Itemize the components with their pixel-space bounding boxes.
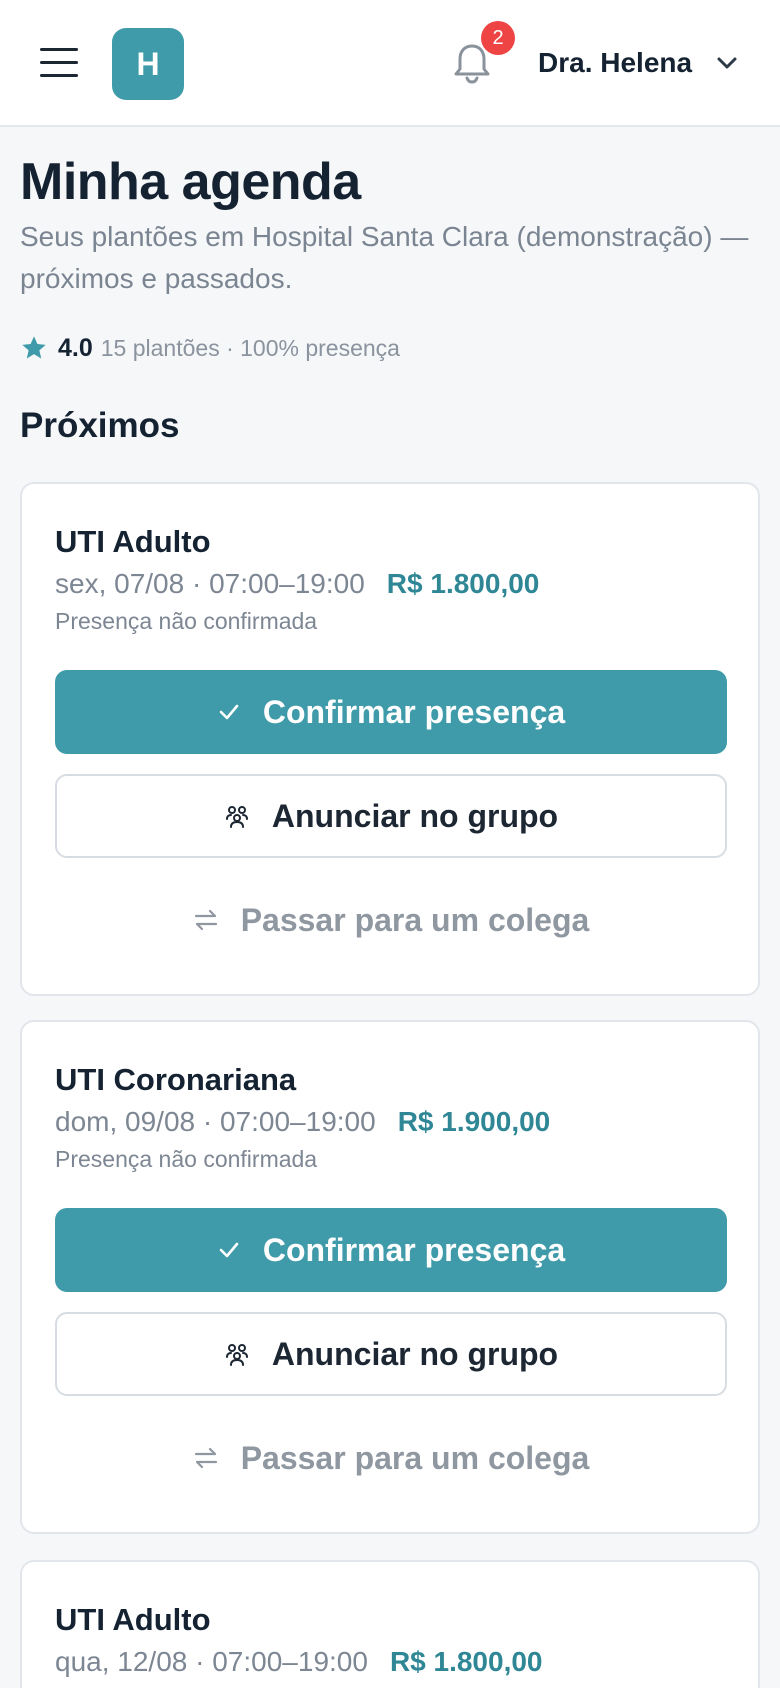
announce-in-group-button[interactable]: Anunciar no grupo <box>55 774 727 858</box>
pass-to-colleague-label: Passar para um colega <box>240 901 590 938</box>
shift-schedule: qua, 12/08 · 07:00–19:00 R$ 1.800,00 <box>55 1646 543 1678</box>
shift-schedule: dom, 09/08 · 07:00–19:00 R$ 1.900,00 <box>55 1106 550 1138</box>
rating-value: 4.0 <box>58 333 93 362</box>
group-icon <box>225 1344 248 1366</box>
stats-text: 15 plantões · 100% presença <box>100 334 400 361</box>
page-title: Minha agenda <box>20 153 361 211</box>
group-icon <box>225 806 248 828</box>
confirm-attendance-button[interactable]: Confirmar presença <box>55 1208 727 1292</box>
shift-card: UTI Coronariana dom, 09/08 · 07:00–19:00… <box>20 1020 760 1534</box>
notification-badge: 2 <box>481 21 515 55</box>
attendance-status: Presença não confirmada <box>55 608 318 634</box>
announce-in-group-label: Anunciar no grupo <box>271 797 559 834</box>
top-bar: H 2 Dra. Helena <box>0 0 780 127</box>
confirm-attendance-label: Confirmar presença <box>262 693 566 730</box>
user-menu[interactable]: Dra. Helena <box>538 38 738 88</box>
swap-icon <box>194 909 217 931</box>
page-subtitle: Seus plantões em Hospital Santa Clara (d… <box>20 221 749 294</box>
shift-card: UTI Adulto sex, 07/08 · 07:00–19:00 R$ 1… <box>20 482 760 996</box>
check-icon <box>219 1242 239 1258</box>
shift-unit: UTI Coronariana <box>55 1062 297 1097</box>
pass-to-colleague-label: Passar para um colega <box>240 1439 590 1476</box>
shift-unit: UTI Adulto <box>55 1602 211 1637</box>
hamburger-menu-icon[interactable] <box>40 48 78 78</box>
confirm-attendance-button[interactable]: Confirmar presença <box>55 670 727 754</box>
user-name: Dra. Helena <box>538 47 693 78</box>
check-icon <box>219 704 239 720</box>
shift-price: R$ 1.900,00 <box>397 1106 551 1137</box>
announce-in-group-button[interactable]: Anunciar no grupo <box>55 1312 727 1396</box>
attendance-status: Presença não confirmada <box>55 1146 318 1172</box>
shift-price: R$ 1.800,00 <box>389 1646 543 1677</box>
pass-to-colleague-button[interactable]: Passar para um colega <box>55 878 727 962</box>
announce-in-group-label: Anunciar no grupo <box>271 1335 559 1372</box>
confirm-attendance-label: Confirmar presença <box>262 1231 566 1268</box>
shift-schedule: sex, 07/08 · 07:00–19:00 R$ 1.800,00 <box>55 568 539 600</box>
chevron-down-icon <box>717 57 737 69</box>
shift-unit: UTI Adulto <box>55 524 211 559</box>
pass-to-colleague-button[interactable]: Passar para um colega <box>55 1416 727 1500</box>
app-logo[interactable]: H <box>112 28 184 100</box>
shift-date-time: dom, 09/08 · 07:00–19:00 <box>55 1106 376 1137</box>
shift-card: UTI Adulto qua, 12/08 · 07:00–19:00 R$ 1… <box>20 1560 760 1688</box>
doctor-stats: 4.0 15 plantões · 100% presença <box>20 330 400 366</box>
shift-date-time: qua, 12/08 · 07:00–19:00 <box>55 1646 368 1677</box>
section-title-upcoming: Próximos <box>20 406 180 445</box>
shift-price: R$ 1.800,00 <box>386 568 540 599</box>
shift-date-time: sex, 07/08 · 07:00–19:00 <box>55 568 365 599</box>
star-icon <box>22 336 46 359</box>
swap-icon <box>194 1447 217 1469</box>
